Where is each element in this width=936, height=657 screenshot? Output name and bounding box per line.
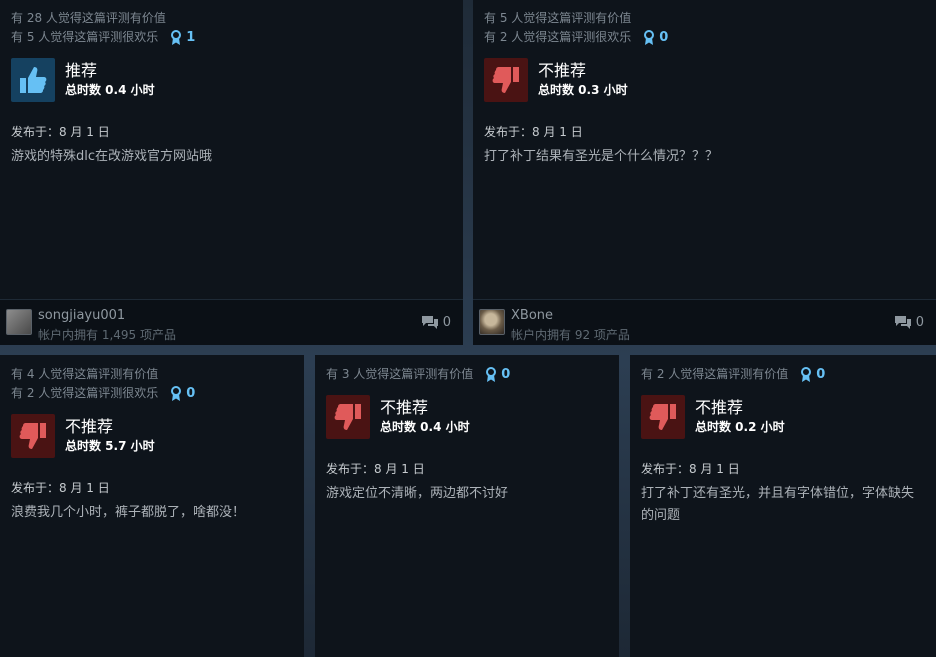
review-text: 打了补丁结果有圣光是个什么情况？？？ xyxy=(484,149,719,164)
thumbs-down-icon xyxy=(484,58,528,102)
review-verdict[interactable]: 推荐 总时数 0.4 小时 xyxy=(11,58,452,102)
review-card: 有 5 人觉得这篇评测有价值 有 2 人觉得这篇评测很欢乐 0 不推荐 总时数 … xyxy=(473,0,936,345)
review-verdict[interactable]: 不推荐 总时数 0.4 小时 xyxy=(326,395,608,439)
hours-played: 总时数 0.4 小时 xyxy=(380,420,470,434)
review-author: songjiayu001 帐户内拥有 1,495 项产品 0 xyxy=(0,299,463,345)
award-count: 0 xyxy=(501,367,511,382)
comment-icon xyxy=(421,316,438,329)
posted-date: 发布于：8 月 1 日 xyxy=(326,462,425,476)
funny-count: 有 2 人觉得这篇评测很欢乐 xyxy=(484,30,632,44)
review-author: XBone 帐户内拥有 92 项产品 0 xyxy=(473,299,936,345)
posted-date: 发布于：8 月 1 日 xyxy=(484,125,583,139)
review-verdict[interactable]: 不推荐 总时数 0.3 小时 xyxy=(484,58,925,102)
review-verdict[interactable]: 不推荐 总时数 0.2 小时 xyxy=(641,395,925,439)
award-ribbon-icon xyxy=(171,29,182,45)
award-count: 0 xyxy=(186,386,196,401)
award-count: 0 xyxy=(816,367,826,382)
posted-date: 发布于：8 月 1 日 xyxy=(11,125,110,139)
author-products: 帐户内拥有 1,495 项产品 xyxy=(38,328,176,342)
posted-date: 发布于：8 月 1 日 xyxy=(11,481,110,495)
avatar[interactable] xyxy=(6,309,32,335)
award-ribbon-icon xyxy=(486,366,497,382)
posted-date: 发布于：8 月 1 日 xyxy=(641,462,740,476)
reviews-grid: 有 28 人觉得这篇评测有价值 有 5 人觉得这篇评测很欢乐 1 推荐 总时数 … xyxy=(0,0,936,657)
award-count: 1 xyxy=(186,30,196,45)
verdict-label: 不推荐 xyxy=(538,61,587,80)
review-text: 游戏定位不清晰，两边都不讨好 xyxy=(326,486,509,501)
thumbs-down-icon xyxy=(641,395,685,439)
verdict-label: 不推荐 xyxy=(65,417,114,436)
helpful-count: 有 2 人觉得这篇评测有价值 xyxy=(641,367,789,381)
thumbs-down-icon xyxy=(11,414,55,458)
comment-count: 0 xyxy=(915,315,924,330)
review-text: 浪费我几个小时，裤子都脱了，啥都没！ xyxy=(11,505,246,520)
hours-played: 总时数 0.4 小时 xyxy=(65,83,155,97)
comments-button[interactable]: 0 xyxy=(421,315,451,330)
review-card: 有 3 人觉得这篇评测有价值 0 不推荐 总时数 0.4 小时 发布于：8 月 … xyxy=(315,355,619,657)
award-button[interactable]: 1 xyxy=(170,29,196,46)
award-button[interactable]: 0 xyxy=(643,29,669,46)
award-button[interactable]: 0 xyxy=(485,366,511,383)
comment-icon xyxy=(894,316,911,329)
award-button[interactable]: 0 xyxy=(170,385,196,402)
review-text: 游戏的特殊dlc在改游戏官方网站哦 xyxy=(11,149,213,164)
review-card: 有 2 人觉得这篇评测有价值 0 不推荐 总时数 0.2 小时 发布于：8 月 … xyxy=(630,355,936,657)
thumbs-down-icon xyxy=(326,395,370,439)
award-button[interactable]: 0 xyxy=(800,366,826,383)
verdict-label: 不推荐 xyxy=(380,398,429,417)
hours-played: 总时数 0.2 小时 xyxy=(695,420,785,434)
author-name[interactable]: songjiayu001 xyxy=(38,308,125,323)
review-card: 有 28 人觉得这篇评测有价值 有 5 人觉得这篇评测很欢乐 1 推荐 总时数 … xyxy=(0,0,463,345)
award-ribbon-icon xyxy=(171,385,182,401)
helpful-count: 有 28 人觉得这篇评测有价值 xyxy=(11,11,166,25)
comment-count: 0 xyxy=(442,315,451,330)
author-name[interactable]: XBone xyxy=(511,308,553,323)
verdict-label: 推荐 xyxy=(65,61,98,80)
review-card: 有 4 人觉得这篇评测有价值 有 2 人觉得这篇评测很欢乐 0 不推荐 总时数 … xyxy=(0,355,304,657)
comments-button[interactable]: 0 xyxy=(894,315,924,330)
award-ribbon-icon xyxy=(801,366,812,382)
verdict-label: 不推荐 xyxy=(695,398,744,417)
hours-played: 总时数 0.3 小时 xyxy=(538,83,628,97)
helpful-count: 有 4 人觉得这篇评测有价值 xyxy=(11,367,159,381)
award-ribbon-icon xyxy=(644,29,655,45)
avatar[interactable] xyxy=(479,309,505,335)
author-products: 帐户内拥有 92 项产品 xyxy=(511,328,630,342)
thumbs-up-icon xyxy=(11,58,55,102)
review-verdict[interactable]: 不推荐 总时数 5.7 小时 xyxy=(11,414,293,458)
hours-played: 总时数 5.7 小时 xyxy=(65,439,155,453)
helpful-count: 有 3 人觉得这篇评测有价值 xyxy=(326,367,474,381)
funny-count: 有 5 人觉得这篇评测很欢乐 xyxy=(11,30,159,44)
review-text: 打了补丁还有圣光，并且有字体错位，字体缺失的问题 xyxy=(641,486,915,523)
award-count: 0 xyxy=(659,30,669,45)
funny-count: 有 2 人觉得这篇评测很欢乐 xyxy=(11,386,159,400)
helpful-count: 有 5 人觉得这篇评测有价值 xyxy=(484,11,632,25)
